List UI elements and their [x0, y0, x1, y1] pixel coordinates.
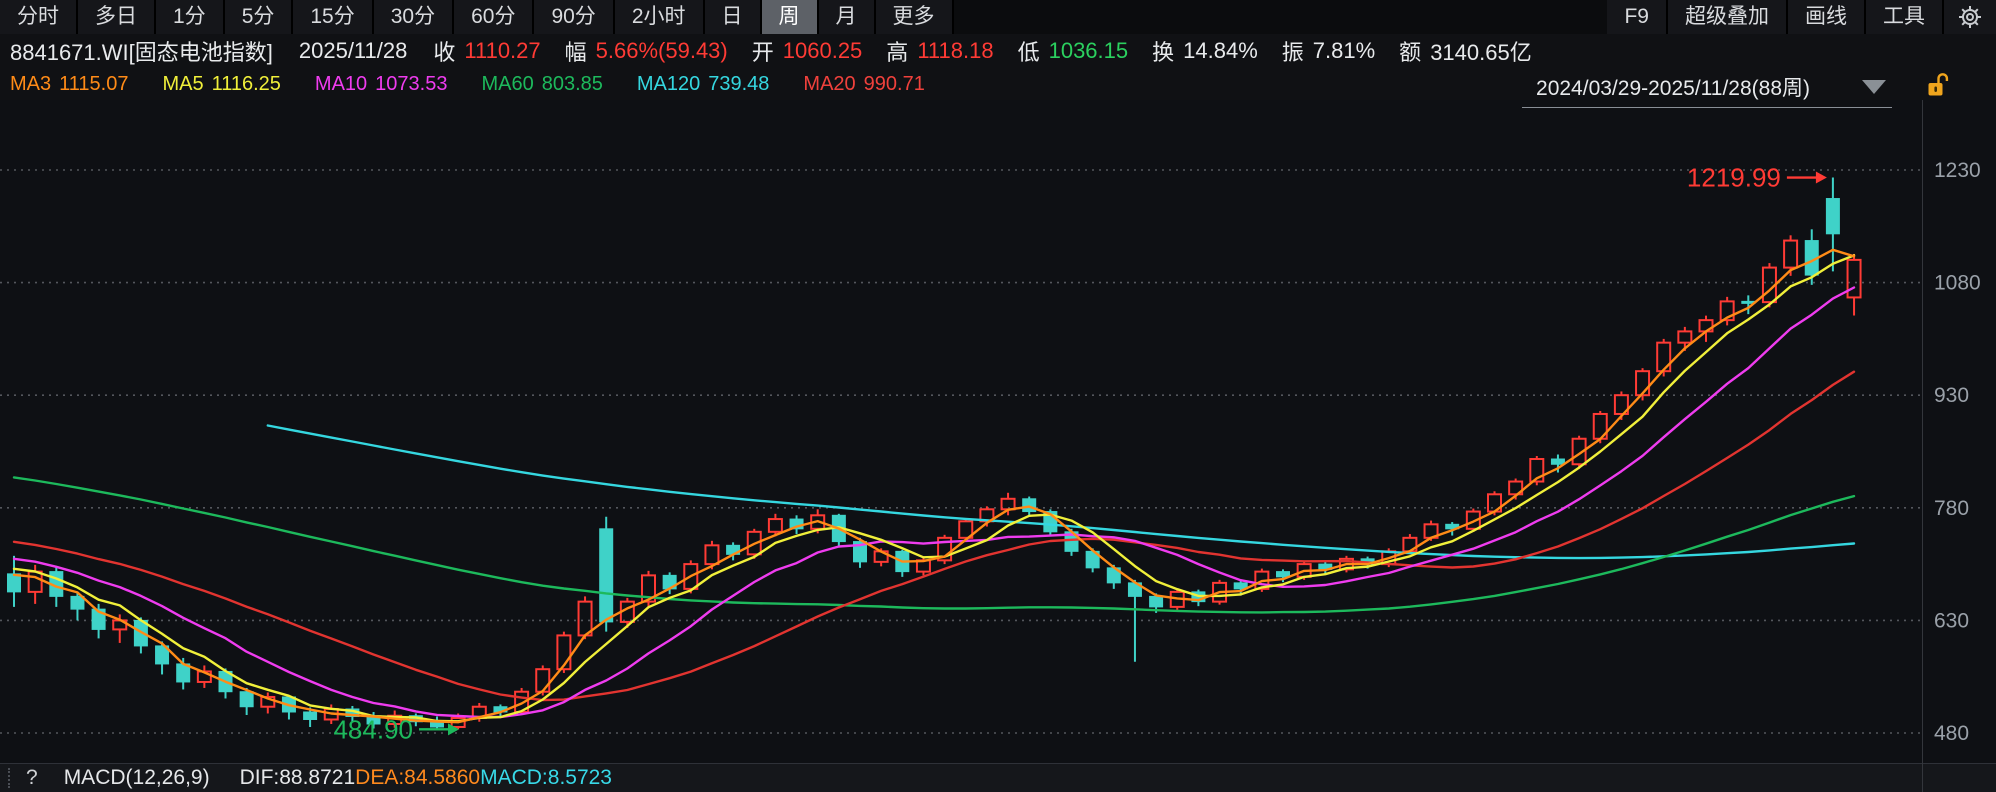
tools-button[interactable]: 工具	[1866, 0, 1942, 34]
svg-text:780: 780	[1934, 497, 1969, 520]
ma120-value: 739.48	[708, 73, 769, 96]
tab-2hour[interactable]: 2小时	[615, 0, 703, 34]
dif-value: DIF:88.8721	[240, 766, 356, 790]
gear-icon	[1957, 4, 1983, 30]
tab-month[interactable]: 月	[819, 0, 874, 34]
unlock-icon	[1926, 72, 1950, 98]
svg-text:1230: 1230	[1934, 159, 1981, 182]
high-value: 1118.18	[917, 38, 993, 64]
macd-statusbar: ? MACD(12,26,9) DIF:88.8721 DEA:84.5860 …	[0, 763, 1996, 792]
quote-infobar: 8841671.WI[固态电池指数] 2025/11/28 收 1110.27 …	[0, 34, 1996, 68]
candlestick-chart[interactable]: 1230 1080 930 780 630 480 484.90 1219.99	[0, 100, 1996, 763]
ma120-item: MA120 739.48	[637, 73, 770, 96]
high-label: 高	[886, 35, 908, 67]
change-value: 5.66%(59.43)	[596, 38, 728, 64]
svg-text:480: 480	[1934, 722, 1969, 745]
svg-text:484.90: 484.90	[333, 714, 413, 744]
tab-fenshi[interactable]: 分时	[0, 0, 76, 34]
symbol-name: 8841671.WI[固态电池指数]	[10, 35, 273, 67]
timeframe-tabbar: 分时 多日 1分 5分 15分 30分 60分 90分 2小时 日 周 月 更多…	[0, 0, 1996, 34]
ma10-item: MA10 1073.53	[315, 73, 448, 96]
field-amplitude: 振 7.81%	[1282, 35, 1375, 67]
svg-text:1080: 1080	[1934, 272, 1981, 295]
tab-more[interactable]: 更多	[876, 0, 952, 34]
f9-button[interactable]: F9	[1607, 0, 1666, 34]
svg-text:630: 630	[1934, 609, 1969, 632]
tab-5min[interactable]: 5分	[225, 0, 292, 34]
turnover-value: 14.84%	[1183, 38, 1258, 64]
ma3-label: MA3	[10, 73, 51, 96]
chart-canvas[interactable]: 1230 1080 930 780 630 480 484.90 1219.99	[0, 100, 1996, 763]
amount-value: 3140.65亿	[1430, 35, 1532, 67]
quote-date: 2025/11/28	[299, 38, 407, 64]
ma20-item: MA20 990.71	[803, 73, 924, 96]
close-value: 1110.27	[464, 38, 540, 64]
draw-line-button[interactable]: 画线	[1788, 0, 1864, 34]
field-close: 收 1110.27	[433, 35, 540, 67]
amplitude-label: 振	[1282, 35, 1304, 67]
ma5-label: MA5	[162, 73, 203, 96]
chevron-down-icon	[1862, 80, 1886, 94]
tab-60min[interactable]: 60分	[454, 0, 532, 34]
ma5-item: MA5 1116.25	[162, 73, 280, 96]
ma60-item: MA60 803.85	[481, 73, 602, 96]
change-label: 幅	[565, 35, 587, 67]
dea-value: DEA:84.5860	[355, 766, 480, 790]
ma5-value: 1116.25	[212, 73, 281, 96]
ma10-label: MA10	[315, 73, 367, 96]
help-icon[interactable]: ?	[26, 766, 38, 790]
ma60-label: MA60	[481, 73, 533, 96]
low-label: 低	[1018, 35, 1040, 67]
ma-indicator-bar: MA3 1115.07 MA5 1116.25 MA10 1073.53 MA6…	[0, 68, 1996, 100]
close-label: 收	[433, 35, 455, 67]
field-amount: 额 3140.65亿	[1399, 35, 1532, 67]
svg-text:1219.99: 1219.99	[1687, 163, 1781, 193]
tab-duori[interactable]: 多日	[78, 0, 154, 34]
super-overlay-button[interactable]: 超级叠加	[1668, 0, 1786, 34]
stock-chart-window: 分时 多日 1分 5分 15分 30分 60分 90分 2小时 日 周 月 更多…	[0, 0, 1996, 792]
field-low: 低 1036.15	[1018, 35, 1129, 67]
tab-day[interactable]: 日	[705, 0, 760, 34]
amount-label: 额	[1399, 35, 1421, 67]
open-value: 1060.25	[783, 38, 863, 64]
field-change: 幅 5.66%(59.43)	[565, 35, 728, 67]
field-open: 开 1060.25	[752, 35, 863, 67]
turnover-label: 换	[1152, 35, 1174, 67]
low-value: 1036.15	[1049, 38, 1129, 64]
macd-title[interactable]: MACD(12,26,9)	[64, 766, 210, 790]
macd-value: MACD:8.5723	[480, 766, 612, 790]
tabbar-spacer	[954, 0, 1608, 34]
ma20-label: MA20	[803, 73, 855, 96]
ma3-value: 1115.07	[59, 73, 128, 96]
amplitude-value: 7.81%	[1313, 38, 1375, 64]
ma120-label: MA120	[637, 73, 700, 96]
ma10-value: 1073.53	[375, 73, 447, 96]
ma3-item: MA3 1115.07	[10, 73, 128, 96]
settings-button[interactable]	[1944, 0, 1996, 34]
tab-week[interactable]: 周	[762, 0, 817, 34]
y-axis-line	[1922, 100, 1923, 792]
pane-drag-handle[interactable]	[8, 768, 10, 788]
tab-90min[interactable]: 90分	[534, 0, 612, 34]
open-label: 开	[752, 35, 774, 67]
ma20-value: 990.71	[864, 73, 925, 96]
tab-1min[interactable]: 1分	[156, 0, 223, 34]
date-range-text: 2024/03/29-2025/11/28(88周)	[1536, 72, 1810, 102]
ma60-value: 803.85	[542, 73, 603, 96]
field-turnover: 换 14.84%	[1152, 35, 1258, 67]
tab-15min[interactable]: 15分	[293, 0, 371, 34]
svg-text:930: 930	[1934, 384, 1969, 407]
tab-30min[interactable]: 30分	[374, 0, 452, 34]
field-high: 高 1118.18	[886, 35, 993, 67]
